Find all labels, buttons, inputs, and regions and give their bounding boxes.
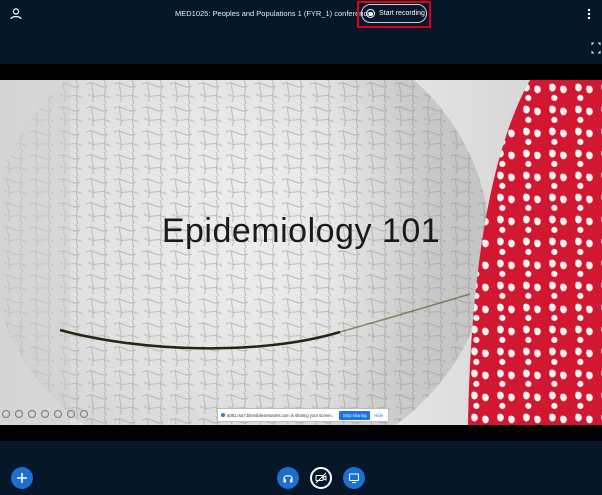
- start-recording-button[interactable]: Start recording: [361, 4, 427, 23]
- hide-notification-button[interactable]: Hide: [374, 413, 383, 418]
- user-icon: [10, 8, 22, 20]
- meeting-title: MED1025: Peoples and Populations 1 (FYR_…: [175, 9, 372, 18]
- sharing-message: a081.rsa7.bbmobilenetworks.com is sharin…: [227, 412, 333, 418]
- slide-tool-button[interactable]: [41, 410, 49, 418]
- audio-button[interactable]: [277, 467, 299, 489]
- screen-sharing-notification: a081.rsa7.bbmobilenetworks.com is sharin…: [217, 408, 389, 422]
- stop-sharing-button[interactable]: Stop sharing: [338, 410, 371, 420]
- video-off-icon: [315, 472, 327, 484]
- actions-button[interactable]: [11, 467, 33, 489]
- screen-share-button[interactable]: [343, 467, 365, 489]
- user-list-button[interactable]: [8, 6, 24, 22]
- presentation-border-top: [0, 64, 602, 80]
- slide-tool-button[interactable]: [54, 410, 62, 418]
- presentation-border-bottom: [0, 425, 602, 441]
- plus-icon: [17, 473, 27, 483]
- video-button[interactable]: [310, 467, 332, 489]
- sharing-indicator-icon: [221, 413, 225, 417]
- presentation-slide: Epidemiology 101: [0, 80, 602, 425]
- top-bar: MED1025: Peoples and Populations 1 (FYR_…: [0, 0, 602, 30]
- slide-tool-button[interactable]: [67, 410, 75, 418]
- slide-tool-button[interactable]: [2, 410, 10, 418]
- slide-title: Epidemiology 101: [161, 212, 441, 250]
- fullscreen-button[interactable]: [590, 41, 602, 55]
- more-vertical-icon: [587, 8, 591, 20]
- slide-background-image: [0, 80, 602, 425]
- headphones-icon: [283, 475, 293, 483]
- screen-share-icon: [348, 473, 360, 484]
- more-options-button[interactable]: [584, 6, 594, 22]
- slide-toolbar: [2, 410, 88, 418]
- record-icon: [366, 9, 375, 18]
- slide-tool-button[interactable]: [15, 410, 23, 418]
- fullscreen-icon: [591, 42, 601, 54]
- start-recording-label: Start recording: [379, 10, 425, 17]
- slide-tool-button[interactable]: [28, 410, 36, 418]
- slide-tool-button[interactable]: [80, 410, 88, 418]
